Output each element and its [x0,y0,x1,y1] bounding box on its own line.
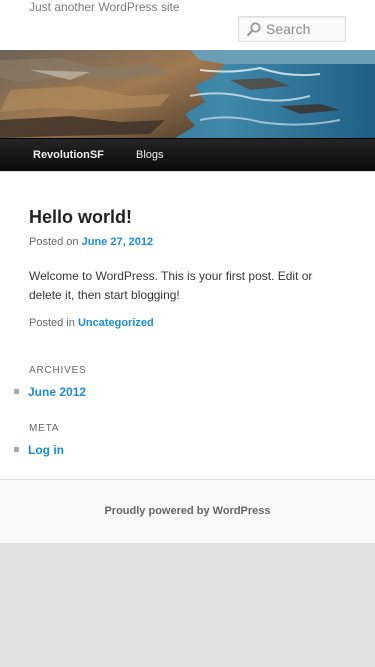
site-footer: Proudly powered by WordPress [0,479,375,543]
login-link[interactable]: Log in [28,443,64,457]
main-nav: RevolutionSF Blogs [0,138,375,171]
post-body: Welcome to WordPress. This is your first… [29,269,313,302]
post-date-link[interactable]: June 27, 2012 [82,236,154,248]
posted-in-label: Posted in [29,317,75,329]
site-header: Just another WordPress site [0,0,375,50]
meta-list-item: Log in [14,441,64,458]
square-bullet-icon [14,447,19,453]
archive-list-item: June 2012 [14,383,86,400]
category-link[interactable]: Uncategorized [78,317,154,329]
archive-link-june-2012[interactable]: June 2012 [28,385,86,399]
post-meta: Posted on June 27, 2012 [29,235,153,249]
posted-on-label: Posted on [29,236,79,248]
archives-widget-title: Archives [29,365,87,376]
meta-widget-title: Meta [29,423,60,434]
search-box[interactable] [238,16,346,42]
search-input[interactable] [266,19,342,39]
post-title[interactable]: Hello world! [29,206,132,228]
nav-item-blogs[interactable]: Blogs [136,148,164,162]
square-bullet-icon [14,389,19,395]
header-image [0,50,375,138]
powered-by-link[interactable]: Proudly powered by WordPress [0,504,375,518]
main-content: Hello world! Posted on June 27, 2012 Wel… [0,171,375,479]
nav-item-revolutionsf[interactable]: RevolutionSF [33,148,104,162]
search-icon [247,22,261,36]
page: Just another WordPress site Search Revol… [0,0,375,543]
site-tagline: Just another WordPress site [29,0,180,14]
post-footer: Posted in Uncategorized [29,316,154,330]
